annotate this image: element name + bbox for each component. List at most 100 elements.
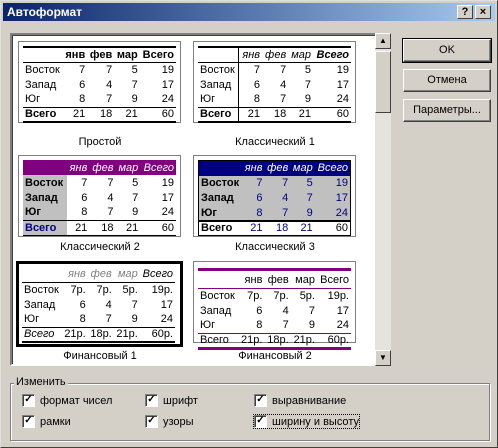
cell: 17 (160, 298, 173, 311)
sample-table: янв фев мар Всего Восток 7р. 7р. 5р. 19р… (22, 267, 175, 343)
cell: Юг (24, 313, 40, 326)
cell: мар (291, 48, 311, 61)
cell: 7 (282, 206, 289, 219)
cell: 24 (160, 313, 173, 326)
checkbox-font[interactable]: ✓ шрифт (145, 394, 198, 407)
cell: Всего (198, 107, 240, 122)
cell: 60р. (327, 334, 349, 346)
cell: 18 (276, 222, 289, 235)
cell: Восток (24, 283, 59, 296)
cell: 21 (125, 221, 139, 234)
sample-financial-1[interactable]: янв фев мар Всего Восток 7р. 7р. 5р. 19р… (16, 261, 183, 347)
cell: 17 (336, 78, 349, 91)
help-button[interactable]: ? (457, 5, 473, 19)
cell (23, 160, 67, 175)
cell: Восток (201, 177, 240, 189)
cell: янв (69, 161, 88, 174)
cell: Юг (201, 206, 217, 219)
cell: Запад (24, 298, 56, 311)
cell: 8 (256, 206, 263, 219)
cell: 18 (100, 108, 113, 121)
cell: Всего (142, 48, 174, 61)
gallery-scrollbar[interactable]: ▲ ▼ (375, 33, 391, 366)
cell: 9 (131, 93, 138, 106)
checkbox-alignment[interactable]: ✓ выравнивание (254, 394, 346, 407)
cell: 7 (131, 298, 138, 311)
cell: 7р. (70, 283, 86, 296)
cell: фев (267, 274, 289, 287)
cell: 17 (161, 191, 174, 204)
checkbox-label: рамки (40, 415, 71, 428)
scroll-thumb[interactable] (375, 51, 391, 113)
cell: янв (242, 48, 260, 61)
cell: 5 (304, 63, 311, 76)
checkbox-borders[interactable]: ✓ рамки (22, 415, 71, 428)
cell: Всего (142, 268, 173, 281)
cell: 4 (280, 78, 287, 91)
cell: Юг (198, 92, 240, 107)
cell: 4 (282, 304, 289, 317)
ok-button[interactable]: OK (402, 38, 492, 63)
cell: 7 (105, 313, 112, 326)
cell: Всего (23, 220, 67, 235)
scroll-down-arrow-icon[interactable]: ▼ (375, 350, 391, 366)
cell: 21р. (116, 328, 138, 341)
sample-table: янв фев мар Всего Восток 7 7 5 19 Запад … (198, 160, 351, 236)
cell: 8 (81, 206, 88, 219)
close-button[interactable]: × (475, 5, 491, 19)
cell: 9 (306, 206, 313, 219)
cell: 7 (282, 319, 289, 332)
cell: 21р. (241, 334, 263, 346)
check-icon: ✓ (22, 394, 35, 407)
cell: Всего (24, 328, 55, 341)
cell: мар (295, 274, 315, 287)
sample-financial-2[interactable]: янв фев мар Всего Восток 7р. 7р. 5р. 19р… (193, 261, 356, 348)
sample-simple[interactable]: янв фев мар Всего Восток 7 7 5 19 Запад … (18, 41, 181, 123)
options-button[interactable]: Параметры... (403, 99, 491, 122)
cancel-button[interactable]: Отмена (403, 69, 491, 92)
cell: 8 (253, 93, 260, 106)
cell: Всего (316, 48, 350, 61)
cell: 21 (72, 108, 86, 121)
cell (198, 273, 238, 288)
cell: 21 (250, 222, 263, 235)
cell: 7 (256, 177, 263, 189)
sample-table: янв фев мар Всего Восток 7 7 5 19 Запад … (23, 46, 176, 123)
cell: 4 (107, 191, 114, 204)
cell: мар (118, 161, 139, 174)
cell: 21 (75, 221, 88, 234)
checkbox-label: узоры (163, 415, 194, 428)
cell: 19р. (327, 289, 349, 302)
sample-caption: Финансовый 1 (63, 350, 137, 362)
cell: 17 (335, 192, 348, 204)
cell: Запад (198, 77, 240, 92)
checkbox-patterns[interactable]: ✓ узоры (145, 415, 194, 428)
sample-classic-2[interactable]: янв фев мар Всего Восток 7 7 5 19 Запад … (18, 155, 181, 237)
cell: Всего (317, 162, 348, 175)
sample-table: янв фев мар Всего Восток 7 7 5 19 Запад … (198, 46, 351, 123)
sample-classic-3[interactable]: янв фев мар Всего Восток 7 7 5 19 Запад … (193, 155, 356, 237)
cell: 5р. (122, 283, 138, 296)
cell (22, 267, 62, 282)
modify-group (10, 383, 490, 441)
cell: Восток (200, 289, 235, 302)
cell: Всего (320, 274, 349, 287)
sample-classic-1[interactable]: янв фев мар Всего Восток 7 7 5 19 Запад … (193, 41, 356, 123)
checkbox-number-format[interactable]: ✓ формат чисел (22, 394, 112, 407)
check-icon: ✓ (254, 394, 267, 407)
checkbox-width-height[interactable]: ✓ ширину и высоту (253, 414, 360, 429)
cell: 17 (161, 78, 174, 91)
check-icon: ✓ (145, 394, 158, 407)
cell: 9 (131, 313, 138, 326)
cell: 7 (81, 176, 88, 189)
cell (23, 47, 63, 62)
checkbox-label: ширину и высоту (272, 415, 359, 428)
cell: Юг (23, 205, 67, 220)
cell: мар (292, 162, 313, 175)
cell: 19р. (151, 283, 173, 296)
scroll-up-arrow-icon[interactable]: ▲ (375, 33, 391, 49)
cell: фев (265, 48, 287, 61)
cell: 60 (161, 108, 174, 121)
cell: 60 (335, 222, 348, 235)
cell: 18р. (267, 334, 289, 346)
